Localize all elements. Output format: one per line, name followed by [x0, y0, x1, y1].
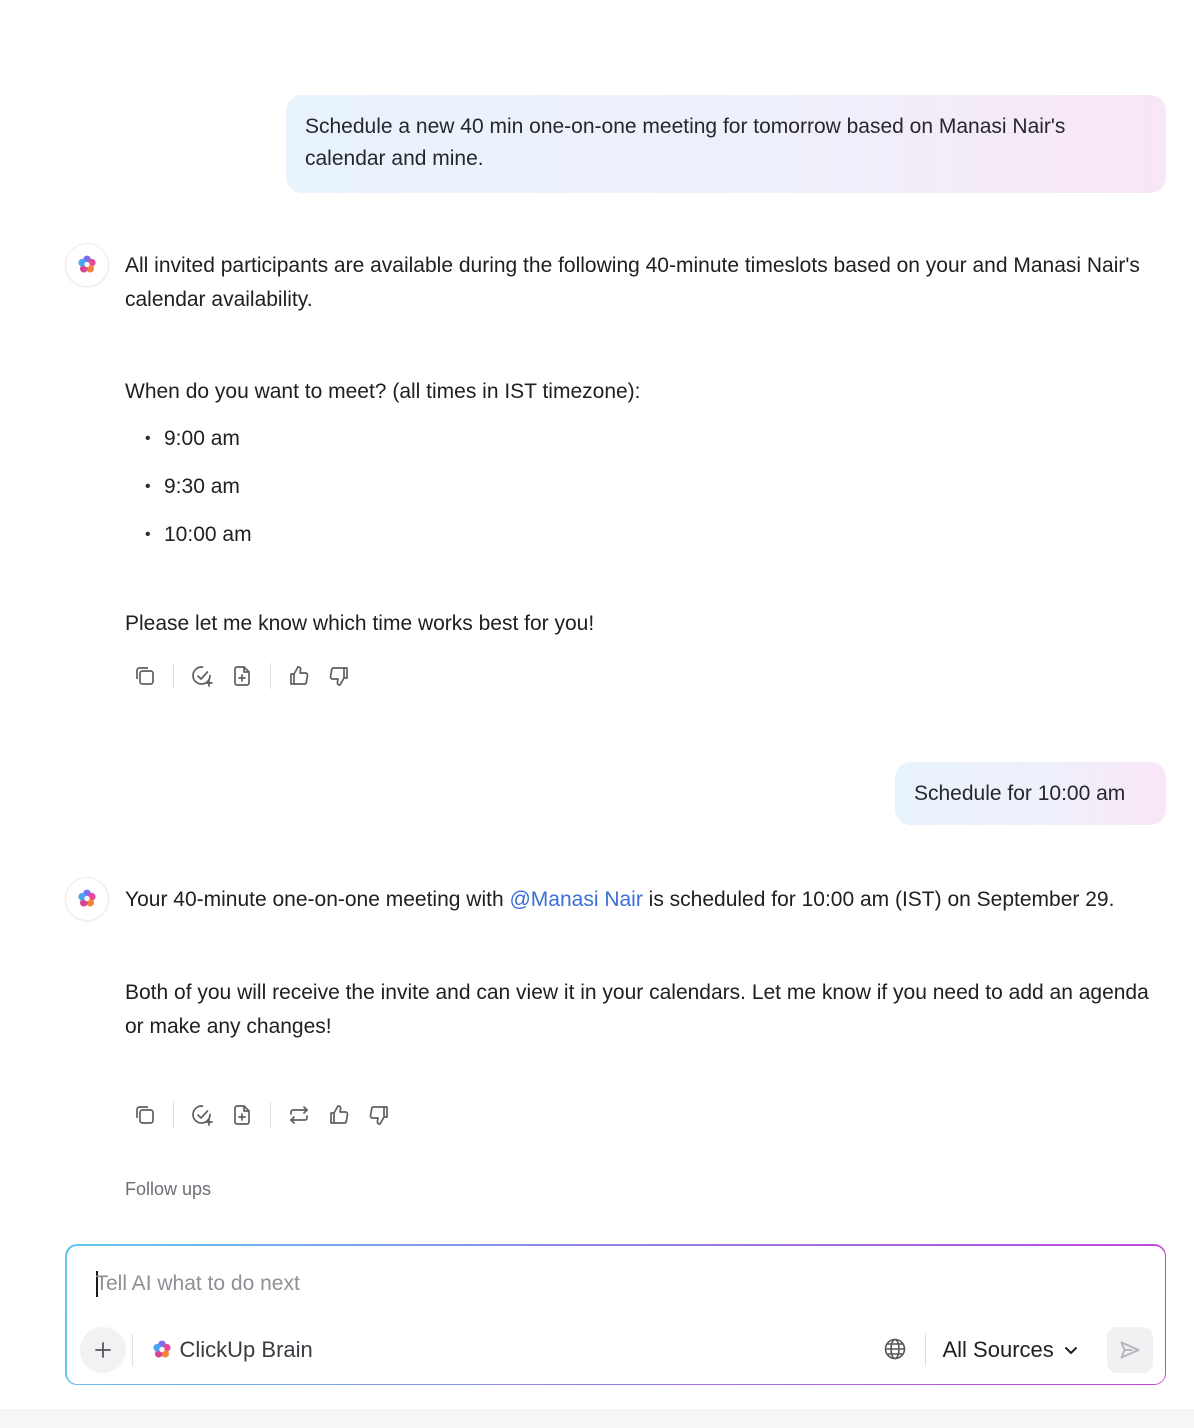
user-mention-link[interactable]: @Manasi Nair	[509, 888, 642, 911]
create-task-button[interactable]	[182, 656, 222, 696]
regenerate-button[interactable]	[279, 1095, 319, 1135]
sources-dropdown[interactable]: All Sources	[943, 1332, 1079, 1368]
create-doc-icon	[234, 1105, 250, 1125]
globe-icon	[884, 1338, 905, 1359]
web-search-toggle[interactable]	[879, 1333, 911, 1365]
ai-response-closing: Please let me know which time works best…	[125, 612, 595, 635]
divider	[924, 1333, 926, 1366]
create-task-icon	[192, 666, 213, 687]
chat-composer: ClickUp Brain All Sources	[65, 1244, 1166, 1385]
copy-button[interactable]	[125, 656, 165, 696]
follow-ups-label: Follow ups	[125, 1179, 212, 1199]
timeslot-item: 9:30 am	[145, 463, 1155, 511]
divider	[173, 1102, 174, 1128]
prompt-input[interactable]	[95, 1267, 1096, 1300]
clickup-brain-logo-icon	[78, 255, 96, 273]
send-icon	[1120, 1341, 1139, 1358]
thumbs-down-icon	[329, 667, 348, 686]
model-label: ClickUp Brain	[179, 1336, 313, 1362]
user-message-bubble: Schedule a new 40 min one-on-one meeting…	[286, 95, 1166, 193]
bottom-bar	[0, 1410, 1194, 1428]
timeslot-list: 9:00 am 9:30 am 10:00 am	[145, 415, 1155, 559]
user-message-bubble: Schedule for 10:00 am	[895, 762, 1166, 825]
create-doc-icon	[234, 666, 250, 686]
ai-response-question: When do you want to meet? (all times in …	[125, 380, 641, 403]
thumbs-up-button[interactable]	[279, 656, 319, 696]
divider	[270, 1102, 271, 1128]
add-button[interactable]	[79, 1326, 126, 1373]
ai-response-2: Your 40-minute one-on-one meeting with @…	[125, 883, 1155, 1044]
clickup-brain-logo-icon	[78, 889, 96, 907]
ai-response-paragraph: All invited participants are available d…	[125, 254, 1140, 311]
response-text: Your 40-minute one-on-one meeting with	[125, 888, 510, 911]
divider	[173, 663, 174, 689]
response-actions	[125, 656, 359, 696]
ai-avatar	[65, 877, 109, 921]
clickup-brain-logo-icon	[152, 1340, 171, 1358]
thumbs-up-icon	[330, 1105, 349, 1124]
thumbs-up-icon	[290, 666, 309, 685]
copy-button[interactable]	[125, 1095, 165, 1135]
divider	[131, 1333, 133, 1366]
ai-response-1: All invited participants are available d…	[125, 249, 1155, 641]
response-actions	[125, 1095, 399, 1135]
ai-response-paragraph: Your 40-minute one-on-one meeting with @…	[125, 883, 1155, 917]
model-selector[interactable]: ClickUp Brain	[151, 1332, 313, 1368]
ai-response-paragraph: Both of you will receive the invite and …	[125, 981, 1149, 1038]
user-message-text: Schedule a new 40 min one-on-one meeting…	[305, 115, 1066, 170]
create-doc-button[interactable]	[222, 1095, 262, 1135]
thumbs-up-button[interactable]	[319, 1095, 359, 1135]
sources-label: All Sources	[942, 1336, 1054, 1362]
user-message-text: Schedule for 10:00 am	[914, 782, 1126, 805]
send-button[interactable]	[1106, 1326, 1153, 1373]
timeslot-item: 10:00 am	[145, 511, 1155, 559]
timeslot-item: 9:00 am	[145, 415, 1155, 463]
thumbs-down-icon	[369, 1106, 388, 1125]
divider	[270, 663, 271, 689]
ai-avatar	[65, 243, 109, 287]
create-task-button[interactable]	[182, 1095, 222, 1135]
chevron-down-icon	[1064, 1346, 1077, 1354]
response-text: is scheduled for 10:00 am (IST) on Septe…	[642, 888, 1115, 911]
create-task-icon	[192, 1105, 213, 1126]
plus-icon	[94, 1341, 111, 1358]
thumbs-down-button[interactable]	[319, 656, 359, 696]
composer-body: ClickUp Brain All Sources	[66, 1245, 1165, 1384]
copy-icon	[136, 1106, 154, 1124]
regenerate-icon	[290, 1106, 308, 1124]
copy-icon	[136, 667, 154, 685]
create-doc-button[interactable]	[222, 656, 262, 696]
thumbs-down-button[interactable]	[359, 1095, 399, 1135]
